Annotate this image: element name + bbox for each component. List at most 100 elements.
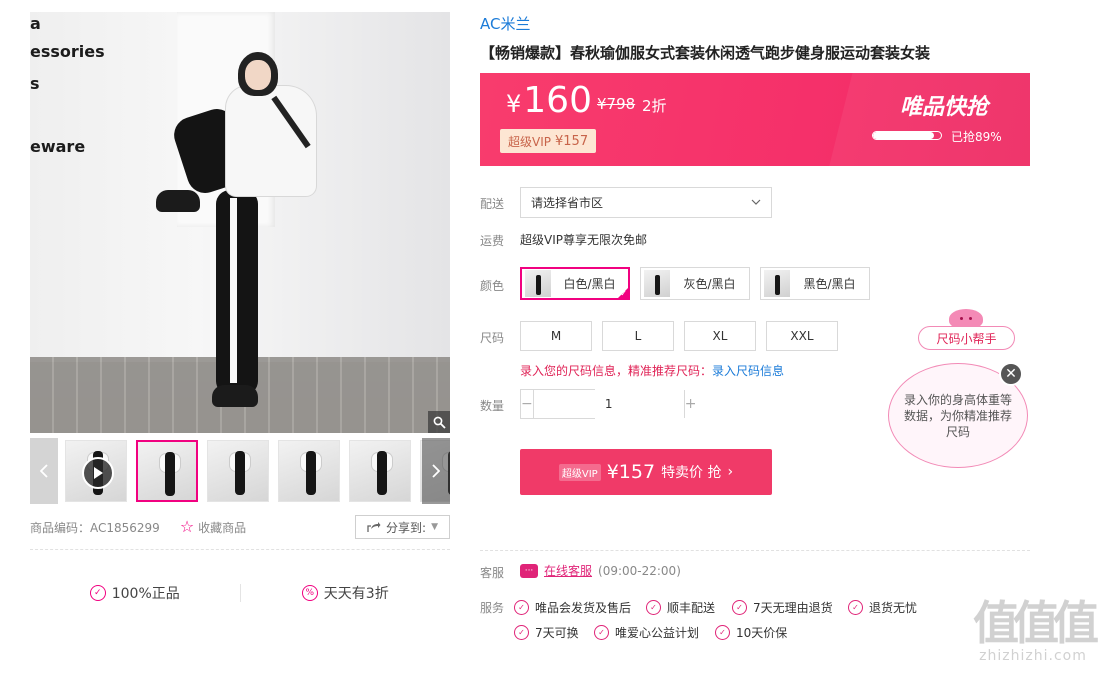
color-option[interactable]: 灰色/黑白 [640, 267, 750, 300]
product-title: 【畅销爆款】春秋瑜伽服女式套装休闲透气跑步健身服运动套装女装 [480, 44, 931, 62]
shipping-text: 超级VIP尊享无限次免邮 [520, 233, 647, 247]
photo-text-line: s [30, 74, 40, 93]
guarantee-item: ✓ 唯爱心公益计划 [594, 624, 699, 641]
online-service-link[interactable]: 在线客服 [544, 562, 592, 579]
mascot-eye [960, 317, 963, 320]
vip-price: ¥157 [555, 133, 589, 149]
promise-bar: ✓ 100%正品 % 天天有3折 [30, 576, 450, 610]
sold-progress-bar [872, 131, 942, 140]
sold-progress-fill [873, 132, 934, 139]
main-product-photo[interactable]: a essories s eware [30, 12, 450, 433]
guarantee-item: ✓ 10天价保 [715, 624, 787, 641]
size-option[interactable]: L [602, 321, 674, 351]
product-meta-row: 商品编码：AC1856299 ☆ 收藏商品 分享到: ▼ [30, 514, 450, 540]
quantity-stepper: − + [520, 389, 696, 419]
close-icon[interactable]: ✕ [999, 362, 1023, 386]
guarantee-text: 7天可换 [535, 626, 579, 640]
color-option[interactable]: 白色/黑白 ✓ [520, 267, 630, 300]
thumb-figure [165, 452, 175, 496]
check-circle-icon: ✓ [848, 600, 863, 615]
model-leg [216, 190, 258, 395]
chat-icon: ··· [520, 563, 538, 578]
guarantee-item: ✓ 唯品会发货及售后 [514, 599, 631, 616]
share-label: 分享到: [386, 520, 427, 535]
guarantee-text: 唯爱心公益计划 [615, 626, 700, 640]
increment-button[interactable]: + [685, 390, 697, 418]
mascot-eye [969, 317, 972, 320]
share-button[interactable]: 分享到: ▼ [355, 515, 450, 539]
promise-label: 天天有3折 [323, 586, 389, 602]
thumbnail-video[interactable] [65, 440, 127, 502]
thumbnail-image[interactable] [207, 440, 269, 502]
guarantee-item: ✓ 7天无理由退货 [732, 599, 833, 616]
check-circle-icon: ✓ [715, 625, 730, 640]
guarantee-item: ✓ 7天可换 [514, 624, 579, 641]
promise-item: ✓ 100%正品 [30, 583, 240, 603]
buy-price: ¥157 [606, 461, 656, 483]
price-panel: ¥160 ¥798 2折 超级VIP ¥157 唯品快抢 已抢89% [480, 73, 1030, 166]
guarantee-text: 退货无忧 [869, 601, 918, 615]
thumbnail-strip [30, 438, 450, 504]
thumb-figure [235, 451, 245, 495]
model-shoe [156, 190, 200, 212]
divider [480, 550, 1030, 551]
product-code: 商品编码：AC1856299 [30, 520, 160, 535]
size-helper-tab[interactable]: 尺码小帮手 [918, 326, 1015, 350]
size-option[interactable]: XXL [766, 321, 838, 351]
guarantee-item: ✓ 退货无忧 [848, 599, 917, 616]
promise-item: % 天天有3折 [241, 583, 451, 603]
delivery-area-value: 请选择省市区 [531, 196, 604, 210]
service-label: 客服 [480, 566, 505, 580]
chevron-right-icon: › [727, 464, 734, 480]
quantity-input[interactable] [532, 390, 685, 418]
buy-button[interactable]: 超级VIP ¥157 特卖价 抢 › [520, 449, 772, 495]
thumbnail-image[interactable] [278, 440, 340, 502]
sold-progress-text: 已抢89% [951, 130, 1002, 144]
check-icon: ✓ [620, 289, 627, 298]
brand-link[interactable]: AC米兰 [480, 13, 530, 34]
guarantee-label: 服务 [480, 601, 505, 615]
thumbnail-image[interactable] [349, 440, 411, 502]
thumbnail-image[interactable] [136, 440, 198, 502]
thumb-figure [377, 451, 387, 495]
size-info-text: 录入您的尺码信息，精准推荐尺码： [520, 364, 713, 378]
site-watermark: 值值值 zhizhizhi.com [958, 598, 1108, 678]
delivery-label: 配送 [480, 197, 505, 211]
play-icon[interactable] [82, 457, 114, 489]
color-swatch [525, 270, 551, 297]
thumb-prev-arrow[interactable] [30, 438, 58, 504]
color-swatch [764, 270, 790, 297]
size-option[interactable]: XL [684, 321, 756, 351]
currency-symbol: ¥ [506, 90, 522, 118]
promise-label: 100%正品 [111, 586, 180, 602]
share-icon [367, 522, 381, 532]
zoom-icon[interactable] [428, 411, 450, 433]
favorite-label: 收藏商品 [198, 520, 247, 535]
photo-text-line: essories [30, 42, 105, 61]
color-swatch [644, 270, 670, 297]
guarantee-text: 7天无理由退货 [753, 601, 833, 615]
guarantee-item: ✓ 顺丰配送 [646, 599, 715, 616]
star-icon: ☆ [179, 517, 195, 536]
size-label: 尺码 [480, 331, 505, 345]
color-option[interactable]: 黑色/黑白 [760, 267, 870, 300]
thumb-next-arrow[interactable] [422, 438, 450, 504]
buy-action-label: 特卖价 抢 [661, 465, 722, 481]
delivery-area-select[interactable]: 请选择省市区 [520, 187, 772, 218]
guarantee-text: 顺丰配送 [667, 601, 716, 615]
size-info-hint: 录入您的尺码信息，精准推荐尺码：录入尺码信息 [520, 362, 784, 379]
service-hours: (09:00-22:00) [598, 563, 681, 578]
customer-service: ··· 在线客服 (09:00-22:00) [520, 562, 681, 579]
favorite-button[interactable]: ☆ 收藏商品 [180, 519, 246, 536]
size-info-link[interactable]: 录入尺码信息 [712, 364, 784, 378]
decrement-button[interactable]: − [521, 390, 533, 418]
size-option[interactable]: M [520, 321, 592, 351]
check-circle-icon: ✓ [514, 600, 529, 615]
check-circle-icon: ✓ [514, 625, 529, 640]
original-price: ¥798 [597, 95, 636, 113]
shipping-label: 运费 [480, 234, 505, 248]
vip-tag: 超级VIP [558, 463, 601, 481]
check-circle-icon: ✓ [646, 600, 661, 615]
divider [30, 549, 450, 550]
color-option-label: 灰色/黑白 [683, 277, 736, 291]
